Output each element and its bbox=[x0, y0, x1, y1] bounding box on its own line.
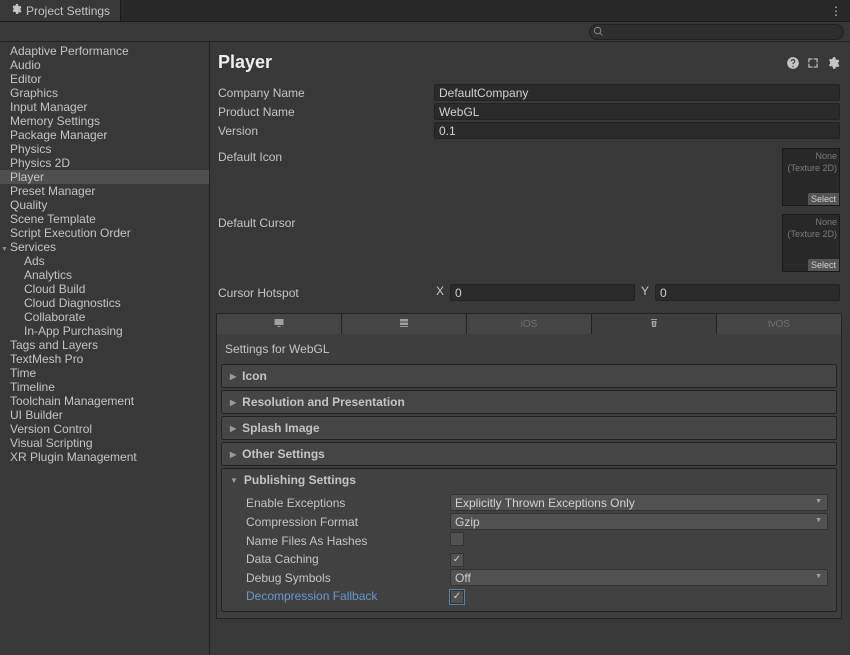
window-tab[interactable]: Project Settings bbox=[0, 0, 121, 21]
gear-icon bbox=[10, 3, 22, 18]
sidebar-item-package-manager[interactable]: Package Manager bbox=[0, 128, 209, 142]
company-name-label: Company Name bbox=[218, 86, 434, 100]
webgl-icon bbox=[648, 317, 660, 332]
chevron-right-icon: ▶ bbox=[230, 424, 236, 433]
platform-tab-webgl[interactable] bbox=[592, 314, 717, 334]
sidebar-item-audio[interactable]: Audio bbox=[0, 58, 209, 72]
platform-tab-tvos[interactable]: tvOS bbox=[717, 314, 841, 334]
sidebar-item-visual-scripting[interactable]: Visual Scripting bbox=[0, 436, 209, 450]
sidebar-item-tags-and-layers[interactable]: Tags and Layers bbox=[0, 338, 209, 352]
select-button[interactable]: Select bbox=[808, 259, 839, 271]
platform-tab-dedicated[interactable] bbox=[342, 314, 467, 334]
window-title: Project Settings bbox=[26, 4, 110, 18]
foldout-splash[interactable]: ▶Splash Image bbox=[221, 416, 837, 440]
texture-none-label: None bbox=[815, 215, 839, 227]
sidebar-item-input-manager[interactable]: Input Manager bbox=[0, 100, 209, 114]
default-cursor-label: Default Cursor bbox=[218, 214, 434, 230]
foldout-resolution[interactable]: ▶Resolution and Presentation bbox=[221, 390, 837, 414]
search-row bbox=[0, 22, 850, 42]
sidebar-item-collaborate[interactable]: Collaborate bbox=[0, 310, 209, 324]
version-label: Version bbox=[218, 124, 434, 138]
page-title: Player bbox=[218, 52, 272, 73]
server-icon bbox=[398, 317, 410, 332]
sidebar-item-script-execution-order[interactable]: Script Execution Order bbox=[0, 226, 209, 240]
preset-icon[interactable] bbox=[806, 56, 820, 70]
cursor-hotspot-label: Cursor Hotspot bbox=[218, 286, 434, 300]
sidebar-item-physics-2d[interactable]: Physics 2D bbox=[0, 156, 209, 170]
chevron-right-icon: ▶ bbox=[230, 372, 236, 381]
sidebar-item-memory-settings[interactable]: Memory Settings bbox=[0, 114, 209, 128]
debug-symbols-label: Debug Symbols bbox=[246, 571, 450, 585]
data-caching-checkbox[interactable] bbox=[450, 553, 464, 567]
sidebar-item-quality[interactable]: Quality bbox=[0, 198, 209, 212]
sidebar-item-player[interactable]: Player bbox=[0, 170, 209, 184]
sidebar-item-physics[interactable]: Physics bbox=[0, 142, 209, 156]
sidebar-item-analytics[interactable]: Analytics bbox=[0, 268, 209, 282]
product-name-label: Product Name bbox=[218, 105, 434, 119]
sidebar-item-in-app-purchasing[interactable]: In-App Purchasing bbox=[0, 324, 209, 338]
monitor-icon bbox=[273, 317, 285, 332]
sidebar-item-services[interactable]: Services bbox=[0, 240, 209, 254]
texture-none-label: None bbox=[815, 149, 839, 161]
decompression-fallback-checkbox[interactable] bbox=[450, 590, 464, 604]
default-icon-box[interactable]: None (Texture 2D) Select bbox=[782, 148, 840, 206]
sidebar-item-graphics[interactable]: Graphics bbox=[0, 86, 209, 100]
sidebar-item-cloud-diagnostics[interactable]: Cloud Diagnostics bbox=[0, 296, 209, 310]
window-menu-button[interactable]: ⋮ bbox=[822, 4, 850, 18]
compression-format-label: Compression Format bbox=[246, 515, 450, 529]
debug-symbols-select[interactable]: Off bbox=[450, 569, 828, 586]
sidebar-item-textmesh-pro[interactable]: TextMesh Pro bbox=[0, 352, 209, 366]
foldout-publishing[interactable]: ▼Publishing Settings bbox=[222, 469, 836, 491]
select-button[interactable]: Select bbox=[808, 193, 839, 205]
x-axis-label: X bbox=[434, 284, 446, 301]
platform-tabs: iOS tvOS bbox=[216, 313, 842, 334]
company-name-input[interactable] bbox=[434, 84, 840, 101]
enable-exceptions-select[interactable]: Explicitly Thrown Exceptions Only bbox=[450, 494, 828, 511]
chevron-right-icon: ▶ bbox=[230, 398, 236, 407]
gear-icon[interactable] bbox=[826, 56, 840, 70]
foldout-other[interactable]: ▶Other Settings bbox=[221, 442, 837, 466]
chevron-right-icon: ▶ bbox=[230, 450, 236, 459]
y-axis-label: Y bbox=[639, 284, 651, 301]
default-cursor-box[interactable]: None (Texture 2D) Select bbox=[782, 214, 840, 272]
data-caching-label: Data Caching bbox=[246, 552, 450, 566]
sidebar-item-version-control[interactable]: Version Control bbox=[0, 422, 209, 436]
decompression-fallback-label: Decompression Fallback bbox=[246, 589, 450, 603]
hotspot-y-input[interactable] bbox=[655, 284, 840, 301]
sidebar: Adaptive Performance Audio Editor Graphi… bbox=[0, 42, 210, 655]
platform-tab-standalone[interactable] bbox=[217, 314, 342, 334]
sidebar-item-ads[interactable]: Ads bbox=[0, 254, 209, 268]
hotspot-x-input[interactable] bbox=[450, 284, 635, 301]
settings-for-platform-label: Settings for WebGL bbox=[221, 340, 837, 362]
sidebar-item-editor[interactable]: Editor bbox=[0, 72, 209, 86]
search-input[interactable] bbox=[589, 24, 844, 40]
sidebar-item-ui-builder[interactable]: UI Builder bbox=[0, 408, 209, 422]
titlebar: Project Settings ⋮ bbox=[0, 0, 850, 22]
help-icon[interactable] bbox=[786, 56, 800, 70]
name-files-label: Name Files As Hashes bbox=[246, 534, 450, 548]
chevron-down-icon: ▼ bbox=[230, 476, 238, 485]
sidebar-item-xr-plugin-management[interactable]: XR Plugin Management bbox=[0, 450, 209, 464]
search-box bbox=[589, 24, 844, 40]
sidebar-item-preset-manager[interactable]: Preset Manager bbox=[0, 184, 209, 198]
sidebar-item-time[interactable]: Time bbox=[0, 366, 209, 380]
sidebar-item-cloud-build[interactable]: Cloud Build bbox=[0, 282, 209, 296]
texture-type-label: (Texture 2D) bbox=[787, 227, 839, 239]
compression-format-select[interactable]: Gzip bbox=[450, 513, 828, 530]
sidebar-item-timeline[interactable]: Timeline bbox=[0, 380, 209, 394]
texture-type-label: (Texture 2D) bbox=[787, 161, 839, 173]
sidebar-item-toolchain-management[interactable]: Toolchain Management bbox=[0, 394, 209, 408]
name-files-checkbox[interactable] bbox=[450, 532, 464, 546]
platform-tab-ios[interactable]: iOS bbox=[467, 314, 592, 334]
sidebar-item-adaptive-performance[interactable]: Adaptive Performance bbox=[0, 44, 209, 58]
enable-exceptions-label: Enable Exceptions bbox=[246, 496, 450, 510]
version-input[interactable] bbox=[434, 122, 840, 139]
foldout-icon[interactable]: ▶Icon bbox=[221, 364, 837, 388]
product-name-input[interactable] bbox=[434, 103, 840, 120]
content-panel: Player Company Name Product Name Version… bbox=[210, 42, 850, 655]
default-icon-label: Default Icon bbox=[218, 148, 434, 164]
sidebar-item-scene-template[interactable]: Scene Template bbox=[0, 212, 209, 226]
